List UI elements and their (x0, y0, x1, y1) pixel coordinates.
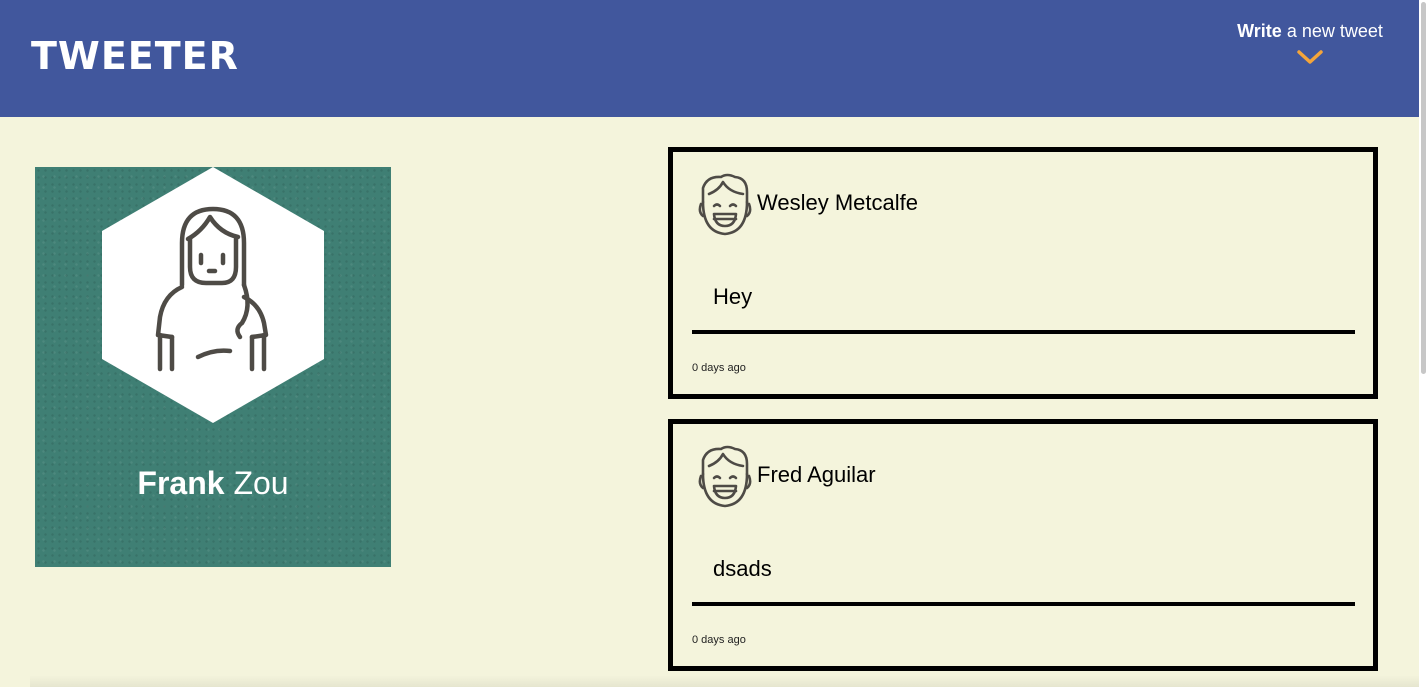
profile-first-name: Frank (137, 465, 225, 501)
user-avatar-icon (698, 445, 752, 508)
tweet-author: Wesley Metcalfe (757, 190, 918, 215)
profile-last-name: Zou (224, 465, 289, 501)
scrollbar-thumb[interactable] (1421, 2, 1426, 374)
bottom-shadow (30, 675, 1419, 687)
profile-card: Frank Zou (35, 167, 391, 567)
write-tweet-label[interactable]: Write a new tweet (1228, 18, 1392, 44)
write-tweet-toggle[interactable]: Write a new tweet (1228, 18, 1392, 78)
write-tweet-label-strong: Write (1237, 21, 1282, 41)
chevron-down-icon[interactable] (1297, 50, 1323, 64)
tweet-content: dsads (713, 556, 772, 581)
user-avatar-icon (102, 167, 324, 423)
tweet-card: Wesley Metcalfe Hey 0 days ago (668, 147, 1378, 399)
tweet-author: Fred Aguilar (757, 462, 876, 487)
write-tweet-label-rest: a new tweet (1281, 21, 1383, 41)
tweet-content: Hey (713, 284, 753, 309)
profile-name: Frank Zou (35, 463, 391, 503)
app-logo[interactable]: TWEETER (31, 32, 239, 80)
tweet-timestamp: 0 days ago (692, 634, 746, 646)
tweet-divider (692, 602, 1355, 606)
tweet-timestamp: 0 days ago (692, 362, 746, 374)
tweet-card: Fred Aguilar dsads 0 days ago (668, 419, 1378, 671)
user-avatar-icon (698, 173, 752, 236)
tweet-divider (692, 330, 1355, 334)
